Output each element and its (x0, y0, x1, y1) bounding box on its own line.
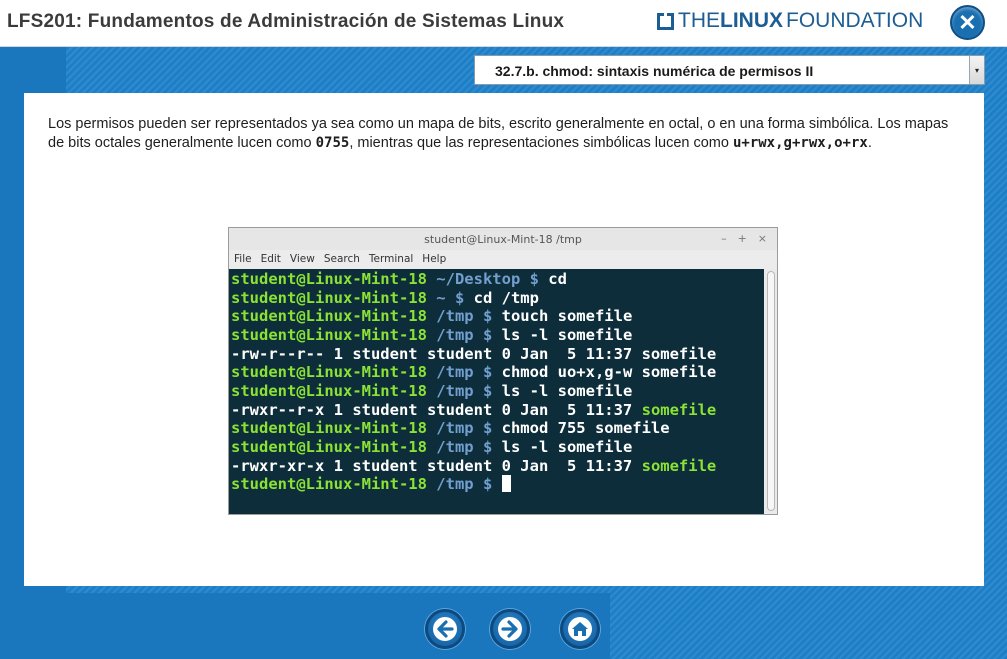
maximize-icon: + (737, 232, 747, 245)
logo-the: THE (678, 9, 720, 32)
terminal-line: student@Linux-Mint-18 /tmp $ ls -l somef… (231, 326, 633, 344)
header-bar: LFS201: Fundamentos de Administración de… (0, 0, 1007, 47)
terminal-line: student@Linux-Mint-18 /tmp $ touch somef… (231, 307, 633, 325)
para-text-2: , mientras que las representaciones simb… (349, 135, 733, 151)
para-code-symbolic: u+rwx,g+rwx,o+rx (732, 135, 868, 151)
terminal-line: -rwxr-xr-x 1 student student 0 Jan 5 11:… (231, 457, 717, 475)
close-button[interactable]: ✕ (950, 5, 985, 40)
forward-button[interactable] (490, 609, 530, 649)
close-icon: ✕ (958, 9, 977, 35)
section-select-value: 32.7.b. chmod: sintaxis numérica de perm… (495, 63, 814, 79)
terminal-line: -rwxr--r-x 1 student student 0 Jan 5 11:… (231, 401, 717, 419)
terminal-line: student@Linux-Mint-18 /tmp $ (231, 475, 511, 494)
logo-linux: LINUX (720, 9, 783, 32)
linux-foundation-logo: THE LINUX FOUNDATION (657, 9, 924, 32)
terminal-window-buttons: – + × (721, 232, 767, 245)
terminal-scrollbar (764, 269, 777, 514)
terminal-menu-view: View (289, 253, 315, 265)
forward-arrow-icon (498, 617, 522, 641)
terminal-screen: student@Linux-Mint-18 ~/Desktop $ cd stu… (229, 269, 764, 514)
chevron-down-icon[interactable]: ▾ (969, 56, 984, 84)
content-paragraph: Los permisos pueden ser representados ya… (48, 115, 968, 153)
back-arrow-icon (433, 617, 457, 641)
terminal-line: student@Linux-Mint-18 /tmp $ chmod 755 s… (231, 419, 670, 437)
terminal-line: student@Linux-Mint-18 /tmp $ ls -l somef… (231, 438, 633, 456)
terminal-menu-help: Help (422, 253, 447, 265)
minimize-icon: – (721, 232, 727, 245)
terminal-line: student@Linux-Mint-18 ~/Desktop $ cd (231, 270, 567, 288)
terminal-titlebar: student@Linux-Mint-18 /tmp – + × (229, 228, 777, 250)
terminal-line: student@Linux-Mint-18 ~ $ cd /tmp (231, 289, 539, 307)
course-title: LFS201: Fundamentos de Administración de… (7, 11, 565, 32)
terminal-menu-file: File (234, 253, 252, 265)
para-code-octal: 0755 (315, 135, 350, 151)
content-panel: Los permisos pueden ser representados ya… (24, 93, 984, 586)
terminal-line: -rw-r--r-- 1 student student 0 Jan 5 11:… (231, 345, 717, 363)
logo-foundation: FOUNDATION (786, 9, 924, 32)
terminal-title: student@Linux-Mint-18 /tmp (424, 233, 582, 246)
terminal-menu-terminal: Terminal (368, 253, 414, 265)
home-icon (568, 617, 592, 641)
terminal-menubar: File Edit View Search Terminal Help (229, 250, 777, 269)
home-button[interactable] (560, 609, 600, 649)
terminal-line: student@Linux-Mint-18 /tmp $ ls -l somef… (231, 382, 633, 400)
terminal-cursor (501, 475, 511, 492)
lf-logo-mark-icon (657, 12, 674, 30)
para-text-3: . (867, 135, 872, 151)
terminal-menu-edit: Edit (260, 253, 281, 265)
close-window-icon: × (757, 232, 767, 245)
section-select[interactable]: 32.7.b. chmod: sintaxis numérica de perm… (474, 55, 985, 85)
back-button[interactable] (425, 609, 465, 649)
terminal-line: student@Linux-Mint-18 /tmp $ chmod uo+x,… (231, 363, 717, 381)
terminal-screenshot: student@Linux-Mint-18 /tmp – + × File Ed… (228, 227, 778, 515)
terminal-menu-search: Search (323, 253, 360, 265)
